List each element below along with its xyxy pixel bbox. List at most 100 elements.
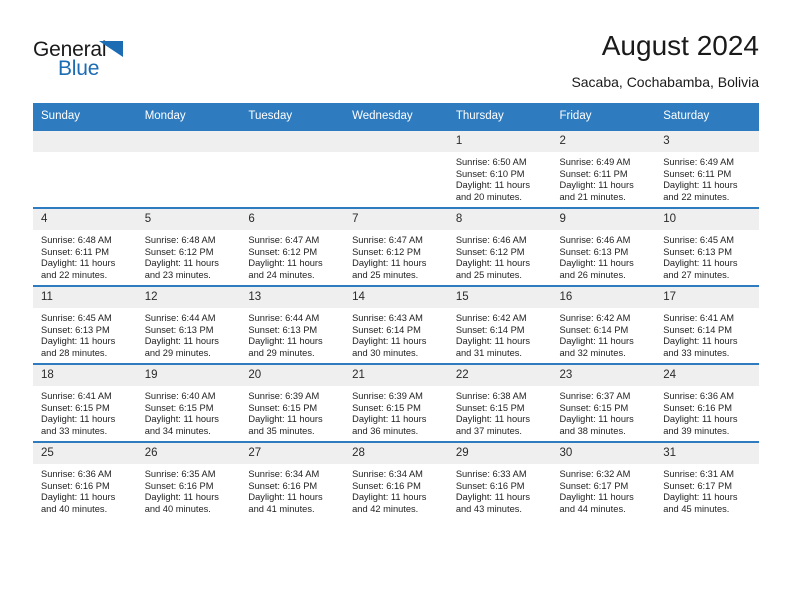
calendar-day-cell[interactable]: 7 Sunrise: 6:47 AM Sunset: 6:12 PM Daylight… xyxy=(344,207,448,286)
calendar-day-cell[interactable]: 15 Sunrise: 6:42 AM Sunset: 6:14 PM Dayligh… xyxy=(447,285,552,364)
sunset-text: Sunset: 6:13 PM xyxy=(559,246,629,257)
daylight-text: Daylight: 11 hours xyxy=(352,492,427,503)
daylight-text: Daylight: 11 hours xyxy=(41,336,116,347)
daylight-text: and 21 minutes. xyxy=(559,191,626,202)
sunset-text: Sunset: 6:14 PM xyxy=(663,324,732,335)
calendar-day-cell[interactable]: 26 Sunrise: 6:35 AM Sunset: 6:16 PM Dayligh… xyxy=(136,441,241,519)
calendar-day-cell[interactable]: 25 Sunrise: 6:36 AM Sunset: 6:16 PM Dayligh… xyxy=(33,441,137,519)
calendar-day-cell[interactable]: 14 Sunrise: 6:43 AM Sunset: 6:14 PM Dayligh… xyxy=(344,285,448,364)
sunset-text: Sunset: 6:12 PM xyxy=(248,246,318,257)
calendar-day-cell[interactable]: 17 Sunrise: 6:41 AM Sunset: 6:14 PM Dayligh… xyxy=(655,285,759,364)
sunset-text: Sunset: 6:13 PM xyxy=(144,324,214,335)
sunrise-text: Sunrise: 6:49 AM xyxy=(663,157,735,167)
day-number: 1 xyxy=(447,131,552,152)
sunset-text: Sunset: 6:15 PM xyxy=(248,402,318,413)
day-number xyxy=(344,131,448,152)
day-number: 26 xyxy=(136,443,241,464)
calendar-day-cell[interactable]: 10 Sunrise: 6:45 AM Sunset: 6:13 PM Dayligh… xyxy=(655,207,759,286)
daylight-text: Daylight: 11 hours xyxy=(248,336,323,347)
day-number: 6 xyxy=(240,209,345,230)
sunrise-text: Sunrise: 6:45 AM xyxy=(663,235,735,245)
daylight-text: Daylight: 11 hours xyxy=(144,258,219,269)
calendar-day-cell[interactable]: 11 Sunrise: 6:45 AM Sunset: 6:13 PM Dayligh… xyxy=(33,285,137,364)
calendar-day-cell[interactable]: 29 Sunrise: 6:33 AM Sunset: 6:16 PM Dayligh… xyxy=(447,441,552,519)
daylight-text: and 44 minutes. xyxy=(559,503,626,514)
calendar-day-cell[interactable]: 19 Sunrise: 6:40 AM Sunset: 6:15 PM Dayligh… xyxy=(136,363,241,442)
sunrise-text: Sunrise: 6:44 AM xyxy=(144,313,216,323)
day-details: Sunrise: 6:48 AM Sunset: 6:12 PM Daylight:… xyxy=(137,230,241,281)
day-number xyxy=(240,131,345,152)
day-details: Sunrise: 6:35 AM Sunset: 6:16 PM Daylight:… xyxy=(137,464,241,515)
calendar-day-cell[interactable]: 24 Sunrise: 6:36 AM Sunset: 6:16 PM Dayligh… xyxy=(655,363,759,442)
weekday-header-thursday: Thursday xyxy=(447,103,552,130)
daylight-text: and 40 minutes. xyxy=(144,503,211,514)
calendar-day-cell-empty xyxy=(136,129,241,208)
calendar-day-cell[interactable]: 2 Sunrise: 6:49 AM Sunset: 6:11 PM Daylight… xyxy=(551,129,656,208)
sunrise-text: Sunrise: 6:31 AM xyxy=(663,469,735,479)
daylight-text: Daylight: 11 hours xyxy=(663,258,738,269)
sunset-text: Sunset: 6:12 PM xyxy=(455,246,525,257)
day-details: Sunrise: 6:34 AM Sunset: 6:16 PM Daylight:… xyxy=(344,464,448,515)
calendar-day-cell[interactable]: 9 Sunrise: 6:46 AM Sunset: 6:13 PM Daylight… xyxy=(551,207,656,286)
day-details: Sunrise: 6:37 AM Sunset: 6:15 PM Daylight:… xyxy=(552,386,656,437)
calendar-day-cell[interactable]: 12 Sunrise: 6:44 AM Sunset: 6:13 PM Dayligh… xyxy=(136,285,241,364)
day-number: 17 xyxy=(655,287,759,308)
day-details: Sunrise: 6:31 AM Sunset: 6:17 PM Daylight:… xyxy=(655,464,759,515)
day-number: 12 xyxy=(136,287,241,308)
sunrise-text: Sunrise: 6:37 AM xyxy=(559,391,631,401)
daylight-text: and 40 minutes. xyxy=(41,503,108,514)
calendar-day-cell[interactable]: 8 Sunrise: 6:46 AM Sunset: 6:12 PM Daylight… xyxy=(447,207,552,286)
daylight-text: and 27 minutes. xyxy=(663,269,730,280)
daylight-text: and 34 minutes. xyxy=(144,425,211,436)
calendar-day-cell[interactable]: 27 Sunrise: 6:34 AM Sunset: 6:16 PM Dayligh… xyxy=(240,441,345,519)
daylight-text: and 26 minutes. xyxy=(559,269,626,280)
day-number: 7 xyxy=(344,209,448,230)
daylight-text: Daylight: 11 hours xyxy=(455,180,531,191)
calendar-day-cell[interactable]: 1 Sunrise: 6:50 AM Sunset: 6:10 PM Daylight… xyxy=(447,129,552,208)
day-details xyxy=(33,152,137,157)
page-header: General Blue August 2024 Sacaba, Cochaba… xyxy=(0,0,792,100)
weekday-header-row: Sunday Monday Tuesday Wednesday Thursday Frid… xyxy=(33,103,759,130)
daylight-text: and 35 minutes. xyxy=(248,425,315,436)
calendar-day-cell[interactable]: 28 Sunrise: 6:34 AM Sunset: 6:16 PM Dayligh… xyxy=(344,441,448,519)
sunrise-text: Sunrise: 6:46 AM xyxy=(455,235,527,245)
day-number: 11 xyxy=(33,287,137,308)
day-details: Sunrise: 6:42 AM Sunset: 6:14 PM Daylight:… xyxy=(448,308,552,359)
daylight-text: and 43 minutes. xyxy=(455,503,522,514)
daylight-text: and 37 minutes. xyxy=(455,425,522,436)
day-details: Sunrise: 6:48 AM Sunset: 6:11 PM Daylight:… xyxy=(33,230,137,281)
calendar-day-cell[interactable]: 20 Sunrise: 6:39 AM Sunset: 6:15 PM Dayligh… xyxy=(240,363,345,442)
calendar-day-cell[interactable]: 23 Sunrise: 6:37 AM Sunset: 6:15 PM Dayligh… xyxy=(551,363,656,442)
general-blue-logo[interactable]: General Blue xyxy=(33,38,143,84)
day-number: 2 xyxy=(551,131,656,152)
sunset-text: Sunset: 6:10 PM xyxy=(455,168,525,179)
sunset-text: Sunset: 6:16 PM xyxy=(144,480,214,491)
calendar-day-cell[interactable]: 3 Sunrise: 6:49 AM Sunset: 6:11 PM Daylight… xyxy=(655,129,759,208)
day-number: 24 xyxy=(655,365,759,386)
calendar-day-cell[interactable]: 31 Sunrise: 6:31 AM Sunset: 6:17 PM Dayligh… xyxy=(655,441,759,519)
sunrise-text: Sunrise: 6:41 AM xyxy=(663,313,735,323)
day-details: Sunrise: 6:39 AM Sunset: 6:15 PM Daylight:… xyxy=(240,386,344,437)
calendar-day-cell[interactable]: 22 Sunrise: 6:38 AM Sunset: 6:15 PM Dayligh… xyxy=(447,363,552,442)
daylight-text: Daylight: 11 hours xyxy=(144,492,219,503)
calendar-day-cell[interactable]: 4 Sunrise: 6:48 AM Sunset: 6:11 PM Daylight… xyxy=(33,207,137,286)
sunrise-text: Sunrise: 6:50 AM xyxy=(455,157,527,167)
calendar-week-row: 1 Sunrise: 6:50 AM Sunset: 6:10 PM Daylight… xyxy=(33,129,759,208)
calendar-day-cell-empty xyxy=(344,129,448,208)
calendar-day-cell[interactable]: 30 Sunrise: 6:32 AM Sunset: 6:17 PM Dayligh… xyxy=(551,441,656,519)
sunset-text: Sunset: 6:17 PM xyxy=(559,480,629,491)
calendar-day-cell[interactable]: 13 Sunrise: 6:44 AM Sunset: 6:13 PM Dayligh… xyxy=(240,285,345,364)
daylight-text: and 41 minutes. xyxy=(248,503,315,514)
calendar-day-cell[interactable]: 21 Sunrise: 6:39 AM Sunset: 6:15 PM Dayligh… xyxy=(344,363,448,442)
sunset-text: Sunset: 6:14 PM xyxy=(455,324,525,335)
sunrise-text: Sunrise: 6:35 AM xyxy=(144,469,216,479)
day-details: Sunrise: 6:36 AM Sunset: 6:16 PM Daylight:… xyxy=(33,464,137,515)
calendar-day-cell[interactable]: 6 Sunrise: 6:47 AM Sunset: 6:12 PM Daylight… xyxy=(240,207,345,286)
calendar-day-cell[interactable]: 16 Sunrise: 6:42 AM Sunset: 6:14 PM Dayligh… xyxy=(551,285,656,364)
daylight-text: Daylight: 11 hours xyxy=(41,258,116,269)
sunrise-text: Sunrise: 6:41 AM xyxy=(41,391,112,401)
sunset-text: Sunset: 6:11 PM xyxy=(41,246,110,257)
calendar-day-cell[interactable]: 5 Sunrise: 6:48 AM Sunset: 6:12 PM Daylight… xyxy=(136,207,241,286)
day-number: 3 xyxy=(655,131,759,152)
calendar-day-cell[interactable]: 18 Sunrise: 6:41 AM Sunset: 6:15 PM Dayligh… xyxy=(33,363,137,442)
